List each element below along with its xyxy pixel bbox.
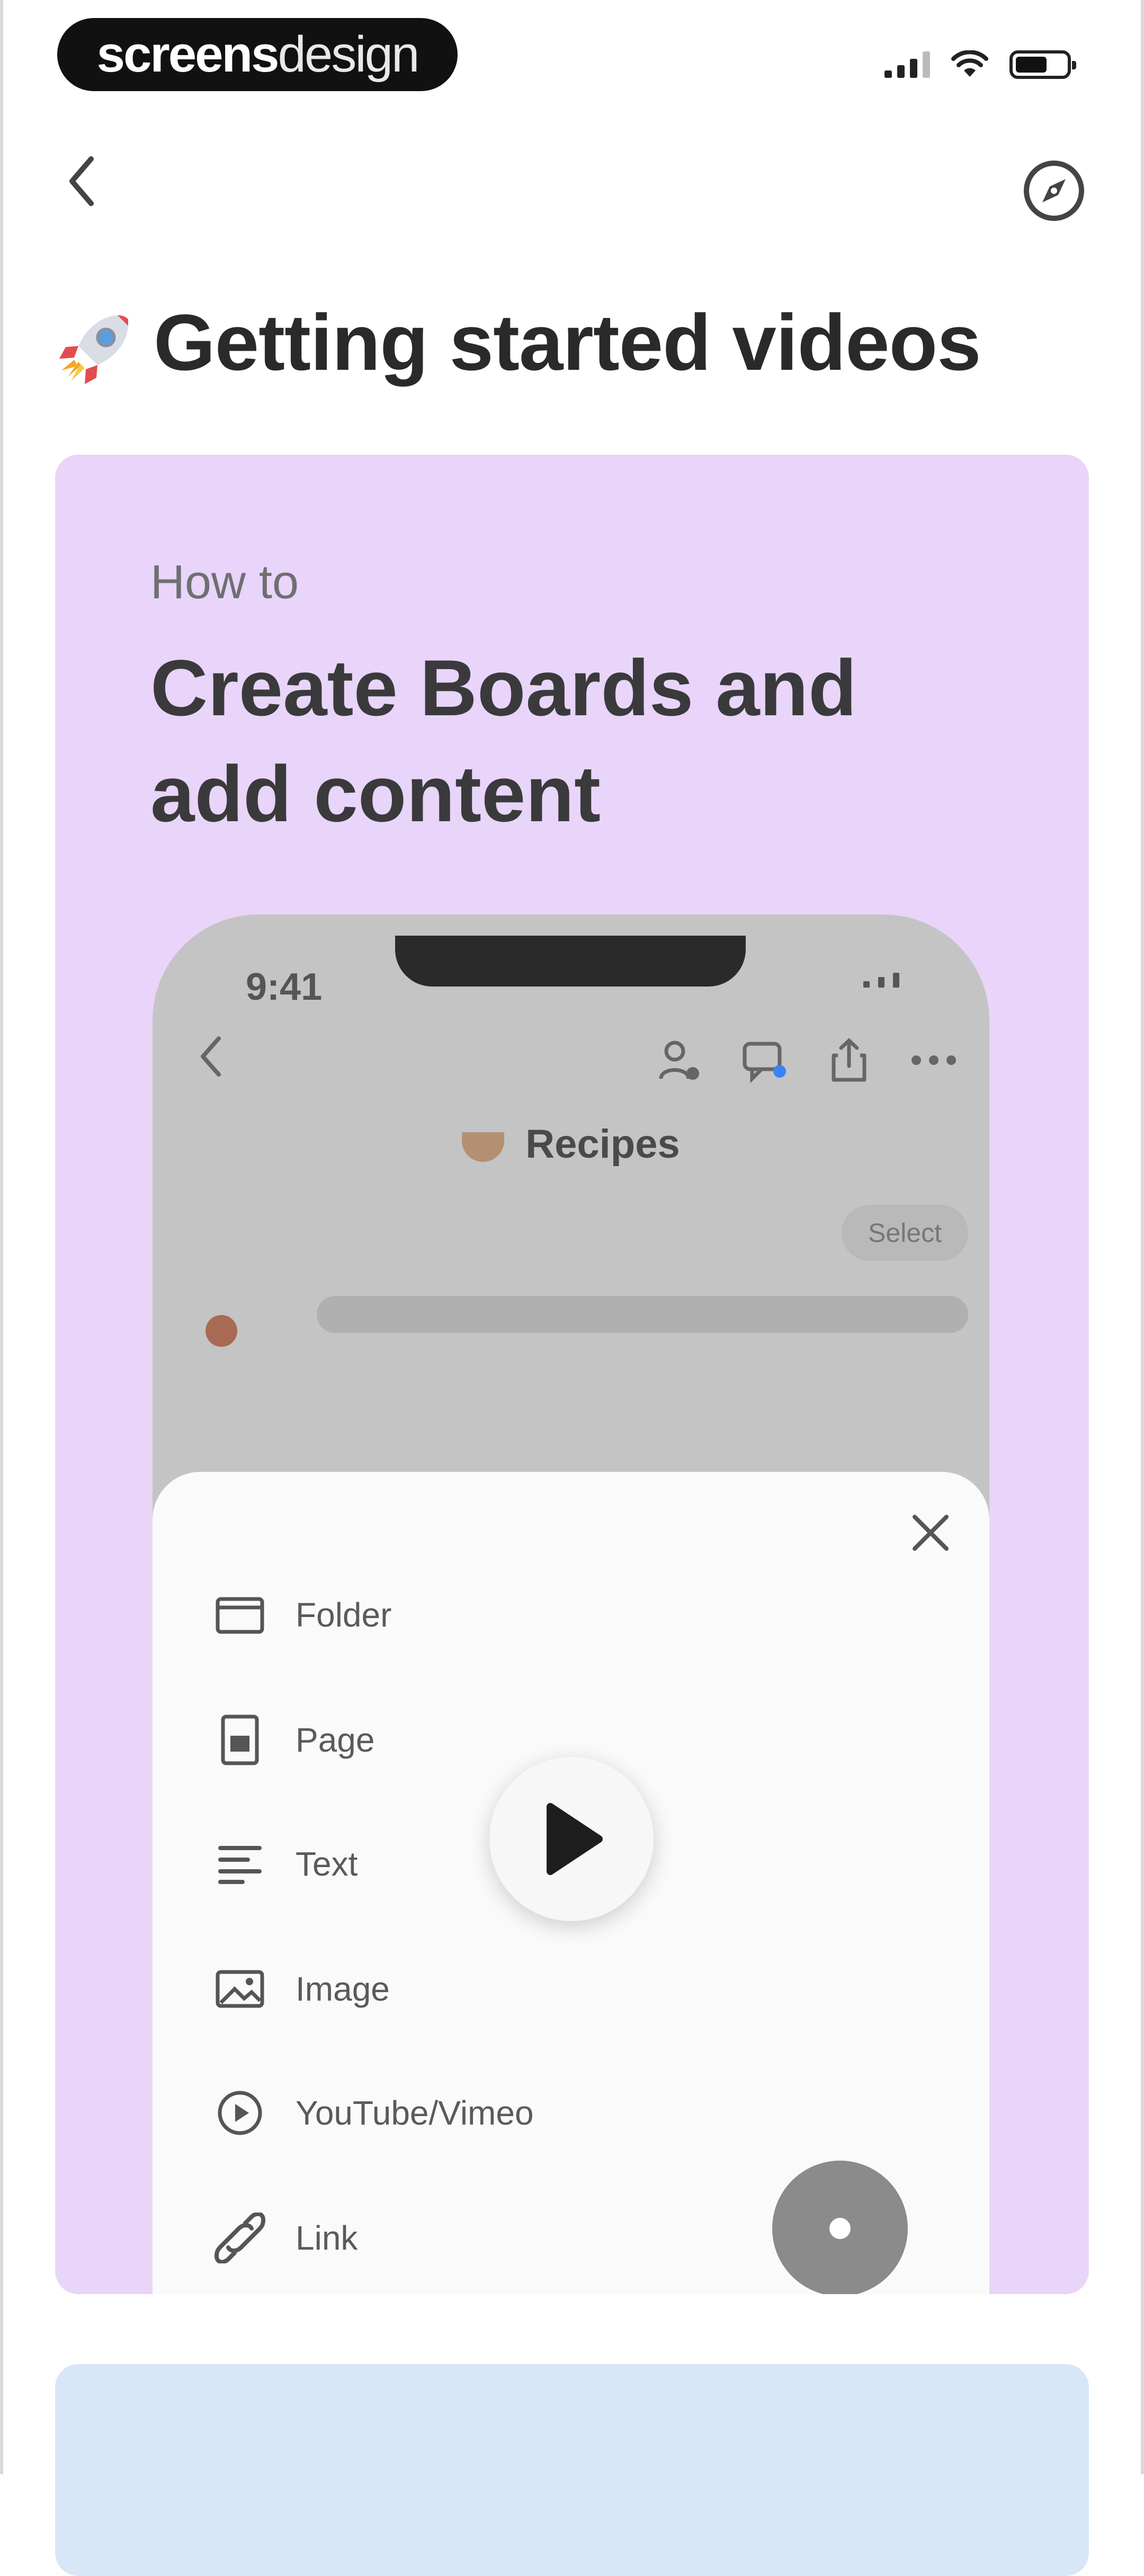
video-card[interactable]: How to Create Boards and add content 9:4… <box>55 455 1089 2294</box>
phone-notch <box>395 936 746 987</box>
page-title: Getting started videos <box>55 297 981 388</box>
preview-toolbar <box>650 1031 963 1089</box>
play-circle-icon <box>211 2084 269 2142</box>
link-icon <box>211 2209 269 2267</box>
card-kicker: How to <box>150 556 299 609</box>
more-icon <box>905 1031 963 1089</box>
preview-search-bar <box>317 1296 968 1333</box>
add-fab-button <box>772 2161 908 2294</box>
chevron-left-icon <box>69 156 94 206</box>
menu-item-label: Image <box>296 1970 390 2008</box>
menu-item-page: Page <box>211 1703 687 1777</box>
menu-item-label: Link <box>296 2219 358 2257</box>
comment-icon <box>735 1031 793 1089</box>
preview-signal-icon <box>863 973 899 988</box>
battery-icon <box>1009 50 1076 79</box>
folder-icon <box>211 1586 269 1644</box>
preview-time: 9:41 <box>246 966 323 1008</box>
add-person-icon <box>650 1031 709 1089</box>
back-button[interactable] <box>55 149 108 213</box>
brand-logo: screens design <box>57 18 458 91</box>
menu-item-label: Folder <box>296 1596 392 1634</box>
signal-icon <box>884 51 930 78</box>
compass-button[interactable] <box>1017 154 1091 228</box>
menu-item-youtube-vimeo: YouTube/Vimeo <box>211 2076 687 2150</box>
wifi-icon <box>951 50 988 77</box>
menu-item-label: Text <box>296 1845 358 1883</box>
football-icon <box>205 1315 237 1347</box>
page-title-text: Getting started videos <box>154 298 981 387</box>
preview-back-icon <box>184 1025 237 1088</box>
menu-item-folder: Folder <box>211 1578 687 1652</box>
menu-item-link: Link <box>211 2201 687 2275</box>
image-icon <box>211 1960 269 2018</box>
menu-item-label: Page <box>296 1721 375 1759</box>
phone-preview: 9:41 Recipes Select Folder Page Text Ima… <box>153 914 989 2294</box>
close-icon <box>901 1504 960 1562</box>
text-icon <box>211 1835 269 1893</box>
card-heading: Create Boards and add content <box>150 643 857 838</box>
preview-board-title: Recipes <box>153 1121 989 1167</box>
brand-logo-bold: screens <box>96 26 280 83</box>
status-icons <box>884 43 1076 86</box>
rocket-icon <box>59 315 128 385</box>
play-icon <box>547 1803 603 1875</box>
menu-item-label: YouTube/Vimeo <box>296 2094 534 2132</box>
share-icon <box>820 1031 878 1089</box>
bowl-icon <box>462 1132 505 1162</box>
brand-logo-light: design <box>278 26 420 83</box>
preview-select-button: Select <box>842 1205 968 1261</box>
menu-item-image: Image <box>211 1952 687 2026</box>
play-video-button[interactable] <box>489 1757 654 1921</box>
compass-icon <box>1024 161 1084 221</box>
preview-board-title-text: Recipes <box>525 1122 680 1167</box>
page-icon <box>211 1711 269 1769</box>
next-video-card[interactable] <box>55 2364 1089 2576</box>
